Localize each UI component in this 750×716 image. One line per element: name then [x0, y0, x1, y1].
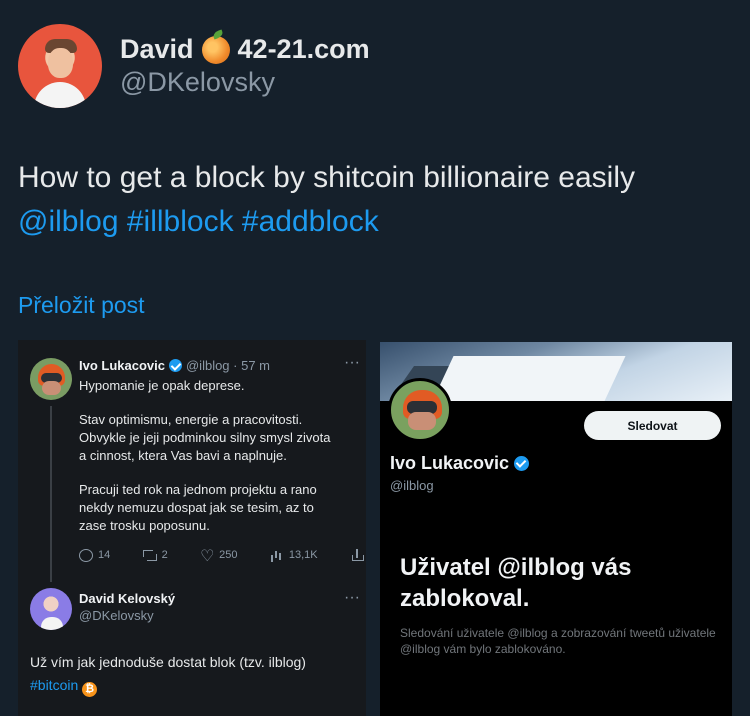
author-domain[interactable]: 42-21.com: [238, 34, 370, 65]
original-author-name: Ivo Lukacovic: [79, 358, 165, 373]
translate-post-link[interactable]: Přeložit post: [18, 292, 145, 319]
hashtag-addblock[interactable]: #addblock: [242, 205, 379, 238]
reply-header: David Kelovský @DKelovsky: [79, 591, 175, 623]
like-count: 250: [219, 549, 238, 561]
post-actions: 14 2 250 13,1K: [79, 545, 364, 566]
views-count: 13,1K: [288, 549, 318, 561]
verified-icon: [168, 359, 182, 372]
profile-avatar: [388, 378, 452, 442]
views-action: 13,1K: [270, 549, 318, 562]
post-paragraph: Pracuji ted rok na jednom projektu a ran…: [79, 482, 317, 533]
author-display-name[interactable]: David 42-21.com: [120, 34, 370, 65]
hashtag-illblock[interactable]: #illblock: [127, 205, 234, 238]
heart-icon: [200, 546, 214, 566]
reply-author-handle: @DKelovsky: [79, 608, 154, 623]
like-action: 250: [200, 546, 238, 566]
original-post-body: Hypomanie je opak deprese. Stav optimism…: [79, 377, 359, 551]
thread-line: [50, 406, 52, 582]
views-icon: [270, 549, 284, 562]
embedded-thread-screenshot: Ivo Lukacovic @ilblog · 57 m ··· Hypoman…: [18, 340, 366, 716]
avatar-face: [48, 48, 73, 78]
author-name[interactable]: David: [120, 34, 194, 65]
original-post-header: Ivo Lukacovic @ilblog · 57 m: [79, 358, 270, 373]
embedded-blocked-profile-screenshot: Sledovat Ivo Lukacovic @ilblog Uživatel …: [380, 342, 732, 716]
share-icon: [350, 548, 364, 562]
reply-icon: [79, 548, 93, 562]
bitcoin-hashtag: #bitcoin: [30, 677, 79, 693]
david-shirt: [41, 617, 63, 630]
retweet-count: 2: [161, 549, 168, 561]
ivo-avatar: [30, 358, 72, 400]
reply-count: 14: [98, 549, 111, 561]
more-icon: ···: [344, 354, 360, 371]
follow-button: Sledovat: [584, 411, 721, 440]
verified-icon: [514, 456, 530, 471]
face: [408, 412, 436, 430]
tweet-text: How to get a block by shitcoin billionai…: [18, 156, 635, 244]
profile-handle: @ilblog: [390, 478, 434, 493]
david-avatar: [30, 588, 72, 630]
profile-name-text: Ivo Lukacovic: [390, 453, 510, 473]
author-avatar[interactable]: [18, 24, 102, 108]
mention-ilblog[interactable]: @ilblog: [18, 205, 119, 238]
tweet-header: David 42-21.com @DKelovsky: [18, 24, 370, 108]
bitcoin-icon: ₿: [82, 682, 98, 697]
reply-action: 14: [79, 548, 111, 562]
tweet-body: How to get a block by shitcoin billionai…: [18, 161, 635, 194]
retweet-icon: [142, 549, 157, 562]
reply-author-name: David Kelovský: [79, 591, 176, 606]
blocked-description: Sledování uživatele @ilblog a zobrazován…: [400, 626, 716, 656]
post-paragraph: Stav optimismu, energie a pracovitosti. …: [79, 412, 331, 463]
original-author-meta: @ilblog · 57 m: [185, 358, 270, 373]
profile-name: Ivo Lukacovic: [390, 453, 530, 474]
retweet-action: 2: [142, 549, 168, 562]
peach-icon: [201, 35, 230, 64]
post-paragraph: Hypomanie je opak deprese.: [79, 378, 245, 393]
more-icon: ···: [344, 589, 360, 606]
avatar-shirt: [34, 82, 86, 108]
reply-text: Už vím jak jednoduše dostat blok (tzv. i…: [30, 651, 360, 697]
face: [42, 381, 61, 395]
reply-body: Už vím jak jednoduše dostat blok (tzv. i…: [30, 654, 306, 670]
author-info: David 42-21.com @DKelovsky: [120, 34, 370, 98]
blocked-title: Uživatel @ilblog vás zablokoval.: [400, 554, 632, 612]
snow-slope: [426, 356, 626, 401]
author-handle[interactable]: @DKelovsky: [120, 67, 370, 98]
